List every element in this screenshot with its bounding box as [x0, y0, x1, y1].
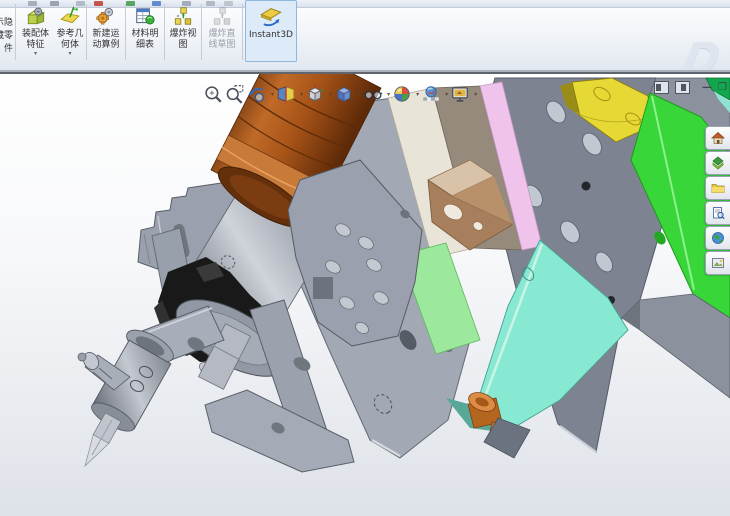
apply-scene-icon[interactable]: [421, 84, 441, 104]
toolbar-button-bill-of-materials[interactable]: 材料明 细表: [127, 0, 163, 62]
toolbar-button-exploded-view[interactable]: 爆炸视图: [166, 0, 200, 62]
bom-table-icon: [134, 3, 156, 29]
design-library-icon: [712, 156, 724, 170]
tab-file-explorer[interactable]: [705, 176, 730, 200]
toolbar-separator: [125, 4, 126, 60]
minimize-button[interactable]: —: [702, 82, 712, 93]
home-icon: [711, 131, 725, 144]
pane-layout-left-button[interactable]: [654, 81, 669, 94]
tab-design-library[interactable]: [705, 151, 730, 175]
bracket-notch: [313, 277, 333, 299]
tab-solidworks-resources[interactable]: [705, 126, 730, 150]
search-doc-icon: [713, 207, 725, 220]
motion-study-icon: [95, 3, 117, 29]
hide-show-items-icon[interactable]: [363, 84, 383, 104]
dropdown-caret[interactable]: ▾: [271, 91, 274, 98]
button-label: 爆炸视图: [169, 29, 197, 50]
button-label: 显示隐 藏零 件: [0, 18, 13, 54]
dropdown-caret: ▾: [33, 50, 37, 57]
button-label: 新建运 动算例: [92, 29, 120, 50]
exploded-view-icon: [172, 3, 194, 29]
dropdown-caret[interactable]: ▾: [329, 91, 332, 98]
graphics-area[interactable]: ▾ ▾ ▾ ▾ ▾ ▾ ▾ ▾ — ❐: [0, 74, 730, 516]
toolbar-separator: [201, 4, 202, 60]
dropdown-caret: ▾: [68, 50, 72, 57]
folder-icon: [711, 184, 725, 193]
heads-up-view-toolbar: ▾ ▾ ▾ ▾ ▾ ▾ ▾ ▾: [203, 83, 479, 105]
view-settings-icon[interactable]: [450, 84, 470, 104]
display-style-icon[interactable]: [334, 84, 354, 104]
button-label: 爆炸直 线草图: [208, 29, 236, 50]
toolbar-separator: [164, 4, 165, 60]
reference-geometry-icon: [59, 3, 81, 29]
dropdown-caret[interactable]: ▾: [445, 91, 448, 98]
button-label: Instant3D: [249, 30, 293, 40]
toolbar-button-instant3d[interactable]: Instant3D: [245, 0, 297, 62]
button-label: 参考几 何体: [56, 29, 84, 50]
globe-icon: [712, 232, 724, 244]
drill-bit[interactable]: [84, 412, 122, 468]
zoom-to-fit-icon[interactable]: [203, 84, 223, 104]
zoom-to-area-icon[interactable]: [225, 84, 245, 104]
button-label: 材料明 细表: [131, 29, 159, 50]
toolbar-button-show-hide-components[interactable]: 显示隐 藏零 件: [0, 8, 14, 70]
dropdown-caret[interactable]: ▾: [358, 91, 361, 98]
tab-view-palette[interactable]: [705, 226, 730, 250]
view-orientation-icon[interactable]: [305, 84, 325, 104]
assembly-model: [77, 74, 730, 473]
toolbar-button-new-motion-study[interactable]: 新建运 动算例: [88, 0, 124, 62]
solidworks-window: { "window": { "watermark": "D" }, "toolb…: [0, 0, 730, 516]
dropdown-caret[interactable]: ▾: [387, 91, 390, 98]
toolbar-separator: [86, 4, 87, 60]
task-pane-strip: [705, 126, 730, 276]
drill-chuck-group: [77, 329, 174, 468]
previous-view-icon[interactable]: [247, 84, 267, 104]
toolbar-button-reference-geometry[interactable]: 参考几 何体 ▾: [55, 0, 85, 62]
section-view-icon[interactable]: [276, 84, 296, 104]
toolbar-button-explode-line-sketch[interactable]: 爆炸直 线草图: [203, 0, 241, 62]
dropdown-caret[interactable]: ▾: [474, 91, 477, 98]
photo-icon: [712, 258, 724, 268]
document-window-controls: — ❐ ✕: [654, 81, 730, 94]
toolbar-button-assembly-features[interactable]: 装配体 特征 ▾: [17, 0, 54, 62]
restore-button[interactable]: ❐: [718, 82, 727, 93]
dropdown-caret[interactable]: ▾: [416, 91, 419, 98]
edit-appearance-icon[interactable]: [392, 84, 412, 104]
tab-appearances[interactable]: [705, 251, 730, 275]
pane-layout-right-button[interactable]: [675, 81, 690, 94]
dropdown-caret[interactable]: ▾: [300, 91, 303, 98]
instant3d-icon: [259, 4, 283, 30]
toolbar-separator: [15, 4, 16, 60]
button-label: 装配体 特征: [21, 29, 49, 50]
toolbar-separator: [242, 4, 243, 60]
explode-line-sketch-icon: [211, 3, 233, 29]
assembly-features-icon: [25, 3, 47, 29]
tab-search[interactable]: [705, 201, 730, 225]
